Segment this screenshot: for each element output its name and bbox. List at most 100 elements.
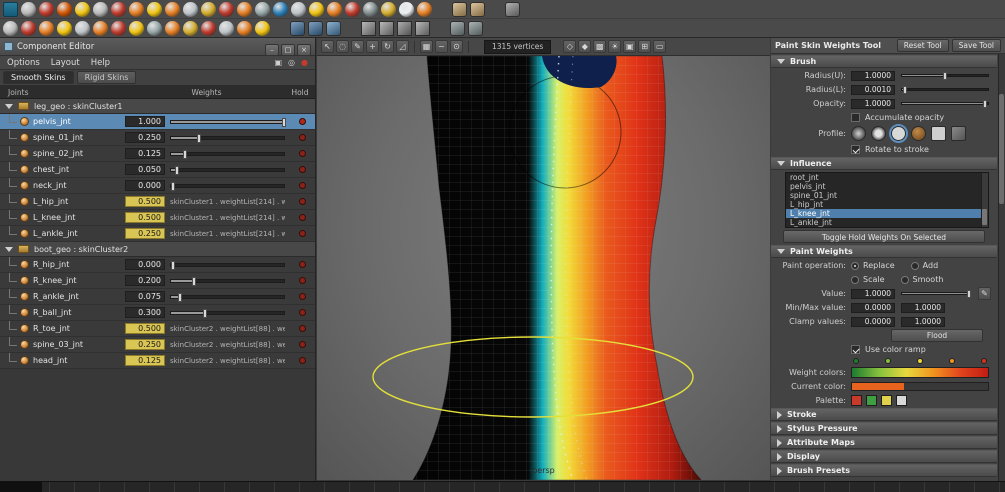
table-row[interactable]: spine_01_jnt0.250 bbox=[0, 130, 315, 146]
hold-toggle[interactable] bbox=[299, 118, 306, 125]
tab-smooth-skins[interactable]: Smooth Skins bbox=[3, 71, 74, 84]
weight-value-field[interactable]: 0.050 bbox=[125, 164, 165, 175]
section-header-influence[interactable]: Influence bbox=[771, 157, 997, 170]
rotate-to-stroke-checkbox[interactable] bbox=[851, 145, 860, 154]
hold-toggle[interactable] bbox=[299, 214, 306, 221]
paint-tool-icon[interactable]: ✎ bbox=[351, 40, 364, 53]
shelf-sphere-icon[interactable] bbox=[291, 2, 306, 17]
shelf-sphere-icon[interactable] bbox=[21, 2, 36, 17]
shelf-sphere-icon[interactable] bbox=[273, 2, 288, 17]
shelf-sphere-icon[interactable] bbox=[255, 2, 270, 17]
weight-value-field[interactable]: 0.500 bbox=[125, 323, 165, 334]
ramp-handle-icon[interactable] bbox=[917, 358, 923, 364]
shelf-sphere-icon[interactable] bbox=[201, 21, 216, 36]
clamp-min-field[interactable]: 0.0000 bbox=[851, 317, 895, 327]
rotate-tool-icon[interactable]: ↻ bbox=[381, 40, 394, 53]
shelf-sphere-icon[interactable] bbox=[111, 21, 126, 36]
operation-add-radio[interactable] bbox=[911, 262, 919, 270]
brush-noise-icon[interactable] bbox=[911, 126, 926, 141]
weight-value-field[interactable]: 0.250 bbox=[125, 132, 165, 143]
influence-list-item[interactable]: L_knee_jnt bbox=[786, 209, 988, 218]
shelf-sphere-icon[interactable] bbox=[201, 2, 216, 17]
color-swatch[interactable] bbox=[896, 395, 907, 406]
shelf-tool-icon[interactable] bbox=[452, 2, 467, 17]
brush-hard-icon[interactable] bbox=[891, 126, 906, 141]
shelf-sphere-icon[interactable] bbox=[237, 21, 252, 36]
weight-value-field[interactable]: 0.500 bbox=[125, 196, 165, 207]
use-color-ramp-checkbox[interactable] bbox=[851, 345, 860, 354]
weight-value-field[interactable]: 0.000 bbox=[125, 259, 165, 270]
hold-toggle[interactable] bbox=[299, 325, 306, 332]
table-row[interactable]: head_jnt0.125skinCluster2 . weightList[8… bbox=[0, 353, 315, 369]
accumulate-opacity-checkbox[interactable] bbox=[851, 113, 860, 122]
menu-options[interactable]: Options bbox=[7, 58, 40, 68]
section-header-attribute-maps[interactable]: Attribute Maps bbox=[771, 436, 997, 449]
shelf-sphere-icon[interactable] bbox=[75, 2, 90, 17]
influence-list-item[interactable]: root_jnt bbox=[786, 173, 988, 182]
toggle-hold-weights-button[interactable]: Toggle Hold Weights On Selected bbox=[783, 230, 985, 243]
weight-value-field[interactable]: 0.250 bbox=[125, 339, 165, 350]
shelf-sphere-icon[interactable] bbox=[129, 21, 144, 36]
shelf-sphere-icon[interactable] bbox=[399, 2, 414, 17]
shelf-sphere-icon[interactable] bbox=[3, 21, 18, 36]
shelf-sphere-icon[interactable] bbox=[147, 2, 162, 17]
weight-value-field[interactable]: 0.000 bbox=[125, 180, 165, 191]
lighting-icon[interactable]: ☀ bbox=[608, 40, 621, 53]
table-row[interactable]: R_ankle_jnt0.075 bbox=[0, 289, 315, 305]
column-header-hold[interactable]: Hold bbox=[285, 88, 315, 97]
maya-logo-icon[interactable] bbox=[3, 2, 18, 17]
value-slider[interactable] bbox=[901, 292, 970, 295]
shelf-sphere-icon[interactable] bbox=[381, 2, 396, 17]
table-row[interactable]: L_ankle_jnt0.250skinCluster1 . weightLis… bbox=[0, 226, 315, 242]
scale-tool-icon[interactable]: ◿ bbox=[396, 40, 409, 53]
table-row[interactable]: neck_jnt0.000 bbox=[0, 178, 315, 194]
clamp-max-field[interactable]: 1.0000 bbox=[901, 317, 945, 327]
opacity-slider[interactable] bbox=[901, 102, 989, 105]
brush-square-icon[interactable] bbox=[931, 126, 946, 141]
section-header-display[interactable]: Display bbox=[771, 450, 997, 463]
shelf-tool-icon[interactable] bbox=[450, 21, 465, 36]
shelf-sphere-icon[interactable] bbox=[183, 2, 198, 17]
tab-rigid-skins[interactable]: Rigid Skins bbox=[77, 71, 137, 84]
maximize-button[interactable]: □ bbox=[281, 44, 295, 56]
weight-value-field[interactable]: 0.125 bbox=[125, 148, 165, 159]
grid-toggle-icon[interactable]: ⊞ bbox=[638, 40, 651, 53]
viewport-canvas[interactable]: persp bbox=[317, 56, 770, 480]
weight-slider[interactable] bbox=[170, 184, 285, 188]
weight-value-field[interactable]: 0.075 bbox=[125, 291, 165, 302]
hold-toggle[interactable] bbox=[299, 182, 306, 189]
weight-value-field[interactable]: 1.000 bbox=[125, 116, 165, 127]
table-row[interactable]: R_toe_jnt0.500skinCluster2 . weightList[… bbox=[0, 321, 315, 337]
shelf-sphere-icon[interactable] bbox=[219, 21, 234, 36]
weight-color-ramp[interactable] bbox=[851, 367, 989, 378]
section-header-stroke[interactable]: Stroke bbox=[771, 408, 997, 421]
hold-toggle[interactable] bbox=[299, 357, 306, 364]
panel-layout-icon[interactable] bbox=[326, 21, 341, 36]
weight-slider[interactable] bbox=[170, 279, 285, 283]
menu-help[interactable]: Help bbox=[91, 58, 110, 68]
snap-point-icon[interactable]: ⊙ bbox=[450, 40, 463, 53]
operation-smooth-radio[interactable] bbox=[901, 276, 909, 284]
section-header-stylus-pressure[interactable]: Stylus Pressure bbox=[771, 422, 997, 435]
pin-icon[interactable]: ◎ bbox=[288, 58, 295, 67]
panel-layout-icon[interactable] bbox=[290, 21, 305, 36]
poly-cube-icon[interactable] bbox=[361, 21, 376, 36]
color-swatch[interactable] bbox=[881, 395, 892, 406]
save-tool-button[interactable]: Save Tool bbox=[952, 39, 1001, 52]
table-group-header[interactable]: boot_geo : skinCluster2 bbox=[0, 242, 315, 257]
lasso-tool-icon[interactable]: ◌ bbox=[336, 40, 349, 53]
weight-slider[interactable] bbox=[170, 311, 285, 315]
ramp-handle-icon[interactable] bbox=[981, 358, 987, 364]
snap-curve-icon[interactable]: ~ bbox=[435, 40, 448, 53]
weight-value-field[interactable]: 0.300 bbox=[125, 307, 165, 318]
brush-medium-icon[interactable] bbox=[871, 126, 886, 141]
influence-list-item[interactable]: pelvis_jnt bbox=[786, 182, 988, 191]
influence-list[interactable]: root_jntpelvis_jntspine_01_jntL_hip_jntL… bbox=[785, 172, 989, 228]
move-tool-icon[interactable]: + bbox=[366, 40, 379, 53]
brush-file-icon[interactable] bbox=[951, 126, 966, 141]
shelf-sphere-icon[interactable] bbox=[165, 21, 180, 36]
close-button[interactable]: × bbox=[297, 44, 311, 56]
hold-toggle[interactable] bbox=[299, 150, 306, 157]
weight-value-field[interactable]: 0.500 bbox=[125, 212, 165, 223]
textured-icon[interactable]: ▩ bbox=[593, 40, 606, 53]
